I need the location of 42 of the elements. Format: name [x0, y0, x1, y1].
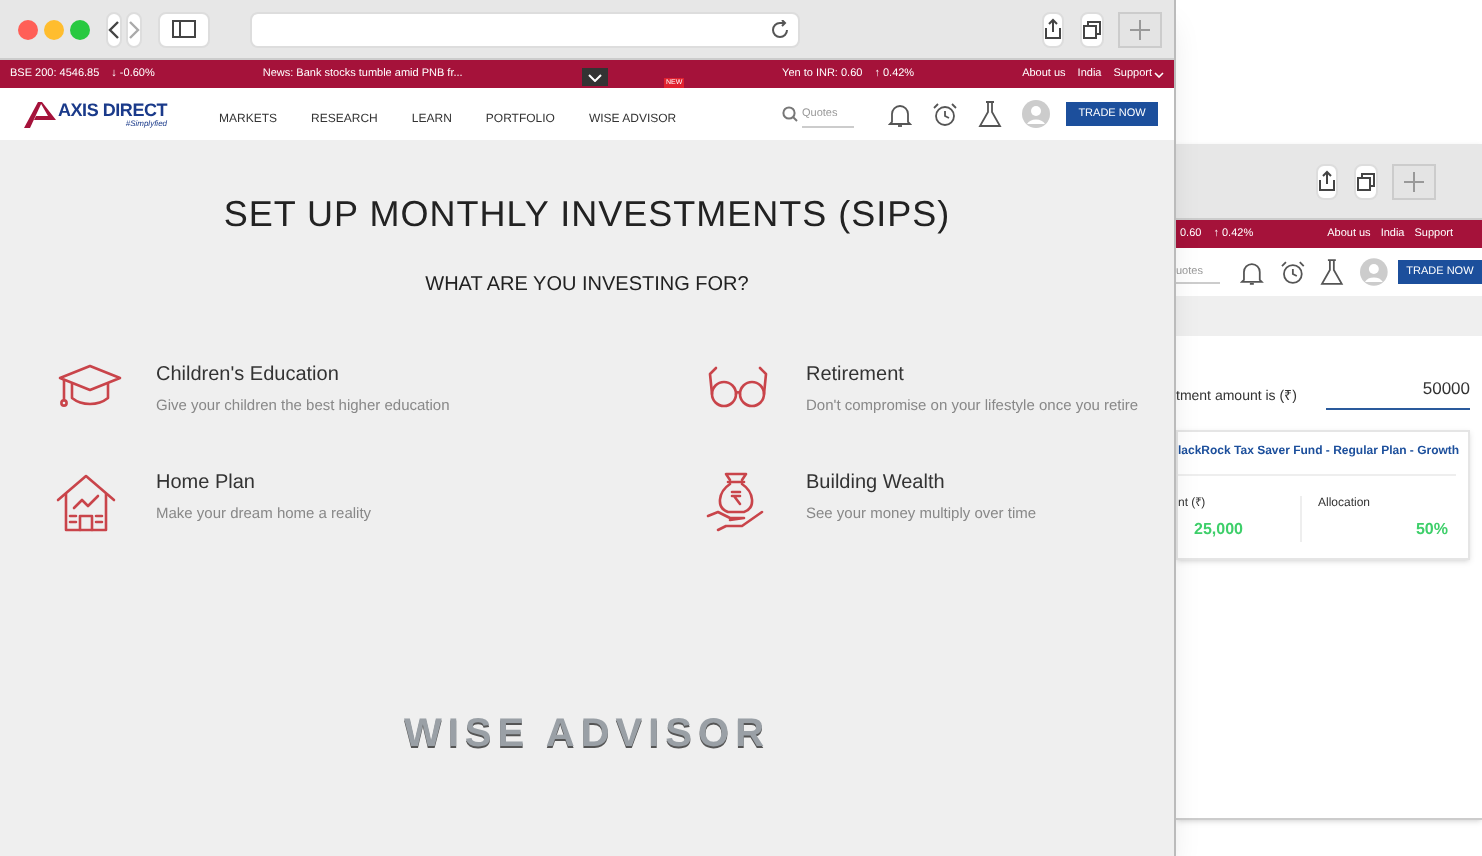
- logo-text: AXIS DIRECT: [58, 101, 168, 119]
- flask-icon[interactable]: [978, 100, 1002, 128]
- back-button[interactable]: [106, 11, 122, 47]
- goal-title: Children's Education: [156, 362, 341, 390]
- flask-icon[interactable]: [1320, 258, 1345, 286]
- fund-allocation: 50%: [1415, 517, 1448, 542]
- reload-icon[interactable]: [770, 19, 790, 39]
- wise-advisor-logo: WISE ADVISOR: [403, 710, 771, 760]
- page-title: SET UP MONTHLY INVESTMENTS (SIPS): [223, 192, 951, 238]
- bell-icon[interactable]: [888, 101, 912, 127]
- plus-icon: [1130, 19, 1150, 39]
- share-button[interactable]: [1316, 163, 1338, 199]
- money-bag-hand-icon: [706, 472, 766, 533]
- house-with-chart-icon: [56, 472, 116, 533]
- goal-title: Retirement: [806, 362, 906, 390]
- fund-amount: 25,000: [1194, 517, 1245, 542]
- graduation-cap-icon: [56, 364, 124, 408]
- axis-logo-icon: [24, 101, 56, 127]
- share-icon: [1318, 170, 1336, 192]
- sidebar-button[interactable]: [158, 11, 210, 47]
- tabs-button[interactable]: [1354, 163, 1378, 199]
- alarm-clock-icon[interactable]: [1279, 259, 1306, 285]
- amount-field[interactable]: 50000: [1326, 376, 1470, 410]
- search-icon: [782, 106, 798, 122]
- tabs-icon: [1356, 171, 1376, 191]
- plus-icon: [1404, 171, 1424, 191]
- sidebar-icon: [172, 20, 196, 38]
- goal-title: Building Wealth: [806, 470, 947, 499]
- alarm-clock-icon[interactable]: [932, 101, 958, 127]
- tabs-icon: [1082, 19, 1102, 39]
- bell-icon[interactable]: [1239, 259, 1264, 285]
- share-icon: [1044, 18, 1062, 40]
- eyeglasses-icon: [706, 364, 770, 408]
- goal-title: Home Plan: [156, 470, 257, 499]
- dropdown-toggle[interactable]: [582, 68, 608, 86]
- tabs-button[interactable]: [1080, 11, 1104, 47]
- page-subtitle: WHAT ARE YOU INVESTING FOR?: [425, 272, 749, 300]
- share-button[interactable]: [1042, 11, 1064, 47]
- caret-icon: [1154, 71, 1164, 77]
- chevron-down-icon: [588, 73, 602, 81]
- chevron-left-icon: [108, 19, 120, 39]
- chevron-right-icon: [128, 19, 140, 39]
